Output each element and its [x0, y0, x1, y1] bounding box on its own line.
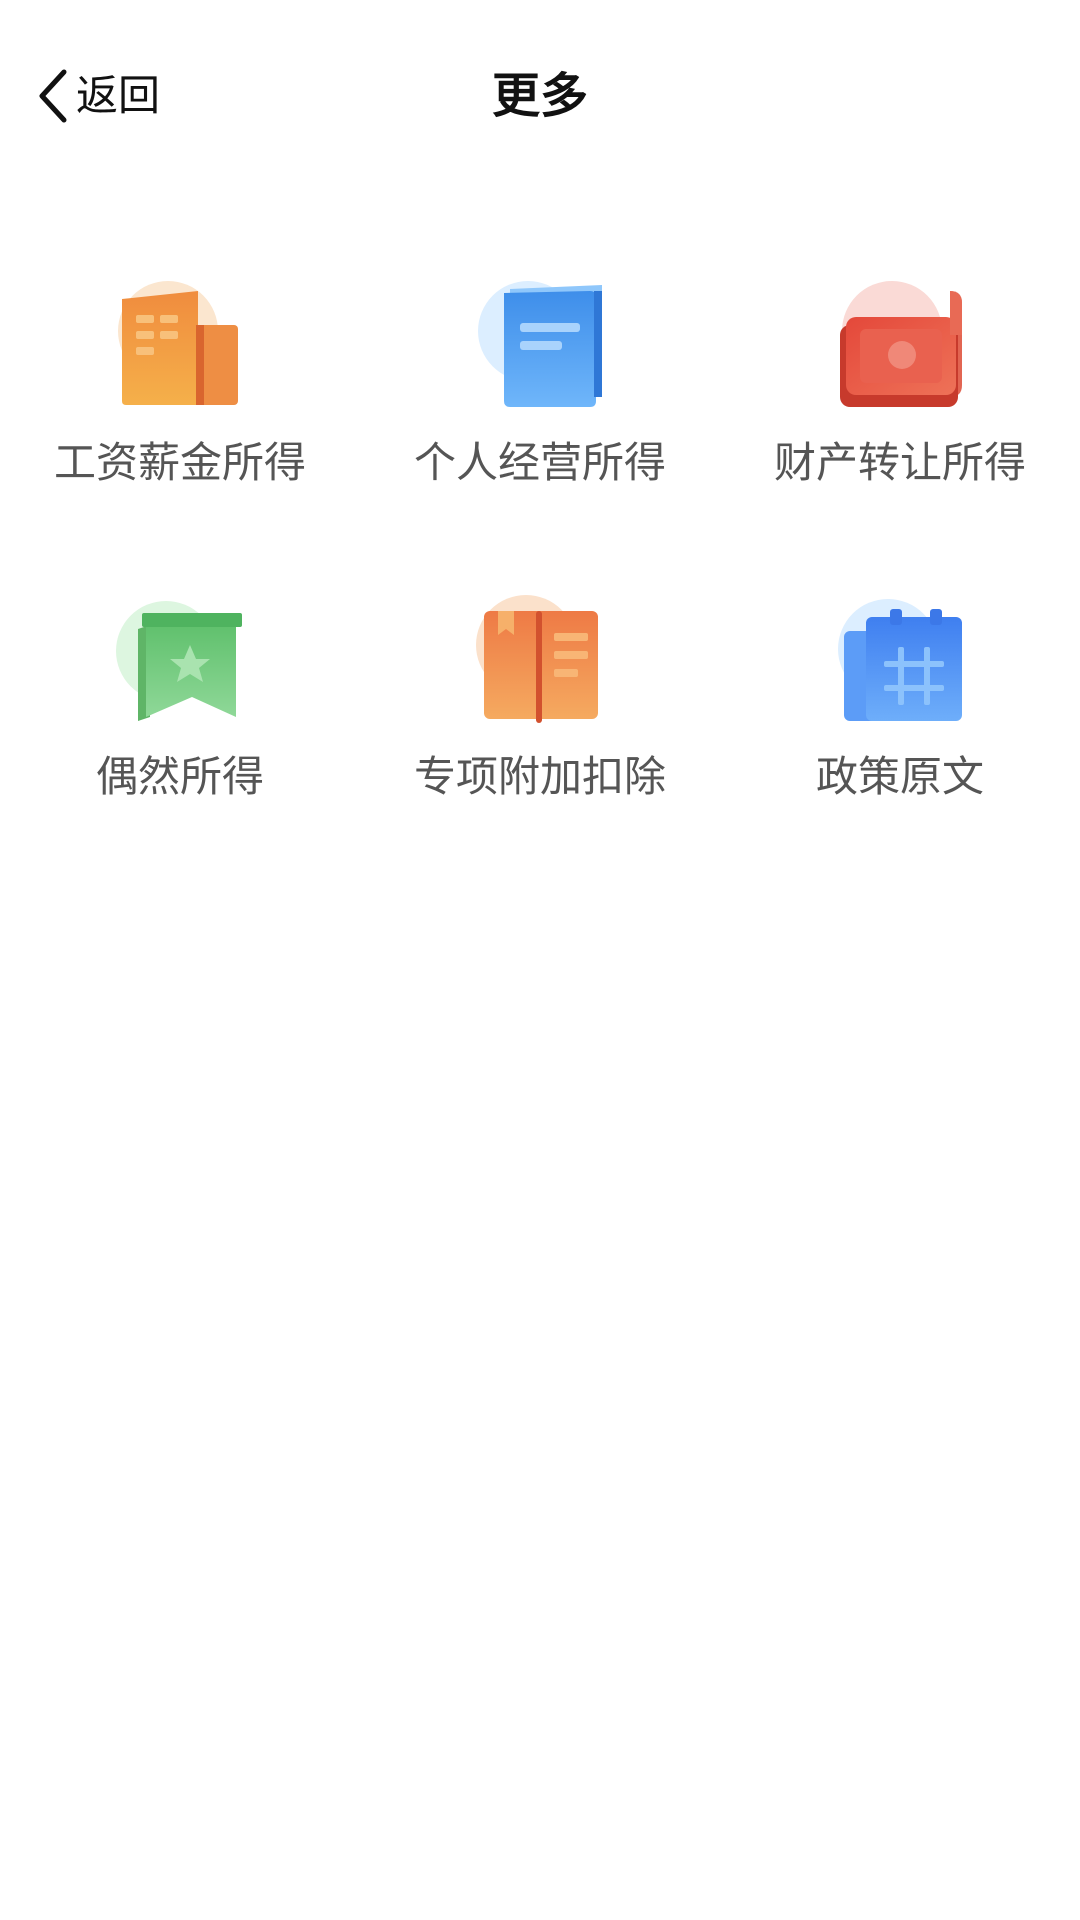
- booklet-icon: [470, 275, 610, 415]
- flag-star-icon: [110, 589, 250, 729]
- item-label: 个人经营所得: [413, 438, 666, 487]
- item-label: 财产转让所得: [773, 438, 1026, 487]
- grid-item-business-income[interactable]: 个人经营所得: [360, 275, 720, 589]
- item-label: 专项附加扣除: [413, 752, 666, 801]
- item-label: 政策原文: [815, 752, 984, 801]
- page-title: 更多: [491, 68, 588, 124]
- feature-grid: 工资薪金所得 个人经营所得 财产转让所得 偶然所得 专项附加扣除 政策原文: [0, 275, 1080, 903]
- open-book-icon: [470, 589, 610, 729]
- calendar-icon: [830, 589, 970, 729]
- item-label: 偶然所得: [95, 752, 264, 801]
- grid-item-incidental-income[interactable]: 偶然所得: [0, 589, 360, 903]
- grid-item-special-deductions[interactable]: 专项附加扣除: [360, 589, 720, 903]
- grid-item-policy-text[interactable]: 政策原文: [720, 589, 1080, 903]
- grid-item-property-transfer-income[interactable]: 财产转让所得: [720, 275, 1080, 589]
- item-label: 工资薪金所得: [53, 438, 306, 487]
- building-icon: [110, 275, 250, 415]
- header-bar: 返回 更多: [0, 0, 1080, 190]
- grid-item-salary-income[interactable]: 工资薪金所得: [0, 275, 360, 589]
- money-icon: [830, 275, 970, 415]
